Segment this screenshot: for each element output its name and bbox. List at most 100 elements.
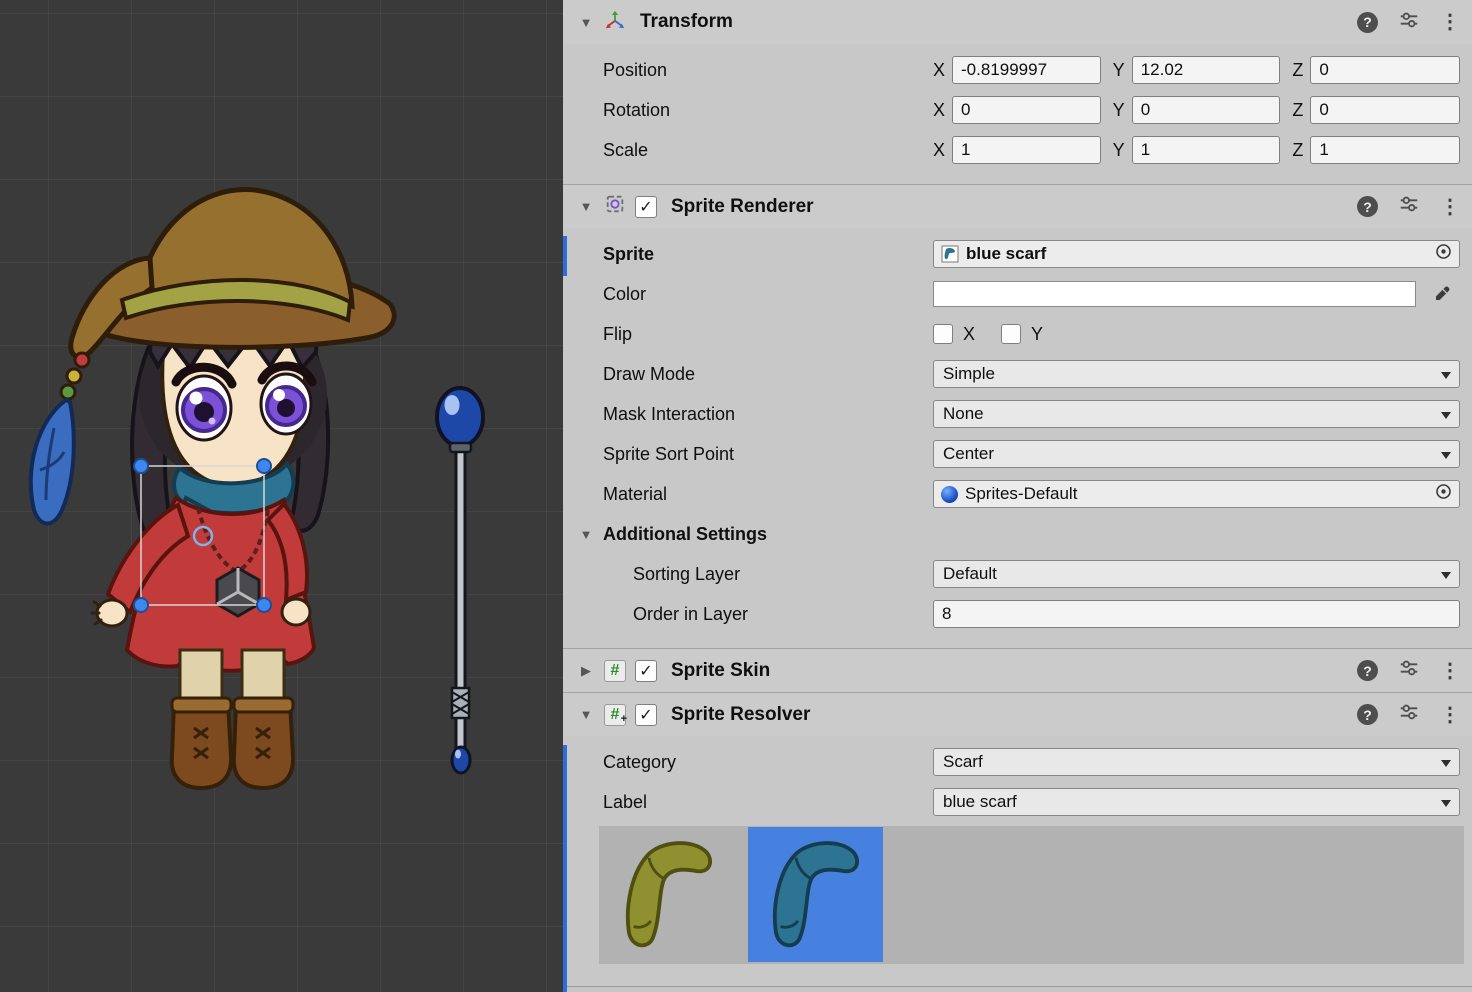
flip-x-checkbox[interactable] [933, 324, 953, 344]
presets-icon[interactable] [1398, 657, 1420, 684]
component-title: Transform [640, 11, 733, 33]
axis-y-label: Y [1113, 100, 1125, 121]
scale-z-input[interactable] [1310, 136, 1460, 164]
right-eye [261, 366, 312, 434]
sprite-resolver-icon: #+ [604, 704, 626, 726]
position-label: Position [603, 60, 933, 81]
label-label: Label [603, 792, 933, 813]
scale-row: Scale X Y Z [563, 130, 1472, 170]
more-menu-icon[interactable]: ⋮ [1440, 705, 1460, 725]
draw-mode-label: Draw Mode [603, 364, 933, 385]
character-sprite[interactable] [31, 189, 394, 788]
left-eye [176, 367, 232, 440]
help-icon[interactable]: ? [1357, 196, 1378, 217]
axis-y-label: Y [1113, 60, 1125, 81]
position-x-input[interactable] [952, 56, 1101, 84]
label-dropdown[interactable]: blue scarf [933, 788, 1460, 816]
additional-settings-foldout[interactable]: ▼ Additional Settings [563, 514, 1472, 554]
boots [172, 698, 293, 788]
flip-y-checkbox[interactable] [1001, 324, 1021, 344]
sprite-row: Sprite blue scarf [563, 234, 1472, 274]
sorting-layer-dropdown[interactable]: Default [933, 560, 1460, 588]
sprite-resolver-header[interactable]: ▼ #+ ✓ Sprite Resolver ? ⋮ [563, 692, 1472, 736]
scene-canvas [0, 0, 563, 992]
selection-handle [257, 459, 271, 473]
sprite-label: Sprite [603, 244, 933, 265]
unity-pendant [217, 568, 259, 616]
rotation-y-input[interactable] [1132, 96, 1281, 124]
color-label: Color [603, 284, 933, 305]
mask-interaction-dropdown[interactable]: None [933, 400, 1460, 428]
sprite-option-green-scarf[interactable] [601, 827, 736, 962]
prefab-override-bar [563, 236, 567, 276]
more-menu-icon[interactable]: ⋮ [1440, 197, 1460, 217]
foldout-open-icon[interactable]: ▼ [577, 707, 595, 722]
sprite-sort-point-row: Sprite Sort Point Center [563, 434, 1472, 474]
label-value: blue scarf [943, 792, 1017, 812]
more-menu-icon[interactable]: ⋮ [1440, 12, 1460, 32]
order-in-layer-label: Order in Layer [603, 604, 933, 625]
color-swatch[interactable] [933, 281, 1416, 307]
flip-x-label: X [963, 324, 975, 345]
inspector-panel: ▼ Transform ? ⋮ Position X [563, 0, 1472, 992]
rotation-x-input[interactable] [952, 96, 1101, 124]
inspector-footer [563, 986, 1472, 992]
sprite-object-field[interactable]: blue scarf [933, 240, 1460, 268]
eyedropper-icon[interactable] [1424, 281, 1460, 307]
transform-header[interactable]: ▼ Transform ? ⋮ [563, 0, 1472, 44]
presets-icon[interactable] [1398, 701, 1420, 728]
sprite-skin-header[interactable]: ▶ # ✓ Sprite Skin ? ⋮ [563, 648, 1472, 692]
sorting-layer-label: Sorting Layer [603, 564, 933, 585]
material-row: Material Sprites-Default [563, 474, 1472, 514]
foldout-open-icon[interactable]: ▼ [577, 527, 595, 542]
axis-x-label: X [933, 100, 945, 121]
chevron-down-icon [1441, 760, 1451, 772]
flip-row: Flip X Y [563, 314, 1472, 354]
position-y-input[interactable] [1132, 56, 1281, 84]
foldout-closed-icon[interactable]: ▶ [577, 663, 595, 679]
more-menu-icon[interactable]: ⋮ [1440, 661, 1460, 681]
sprite-sort-point-label: Sprite Sort Point [603, 444, 933, 465]
order-in-layer-row: Order in Layer [563, 594, 1472, 634]
object-picker-icon[interactable] [1435, 243, 1452, 265]
scale-x-input[interactable] [952, 136, 1101, 164]
rotation-z-input[interactable] [1310, 96, 1460, 124]
scene-view[interactable] [0, 0, 563, 992]
scale-y-input[interactable] [1132, 136, 1281, 164]
sorting-layer-value: Default [943, 564, 997, 584]
position-z-input[interactable] [1310, 56, 1460, 84]
transform-icon [604, 9, 626, 36]
object-picker-icon[interactable] [1435, 483, 1452, 505]
component-enabled-checkbox[interactable]: ✓ [635, 660, 657, 682]
axis-x-label: X [933, 140, 945, 161]
mask-interaction-row: Mask Interaction None [563, 394, 1472, 434]
help-icon[interactable]: ? [1357, 704, 1378, 725]
material-object-field[interactable]: Sprites-Default [933, 480, 1460, 508]
category-dropdown[interactable]: Scarf [933, 748, 1460, 776]
sorting-layer-row: Sorting Layer Default [563, 554, 1472, 594]
presets-icon[interactable] [1398, 9, 1420, 36]
sprite-sort-point-value: Center [943, 444, 994, 464]
sprite-field-value: blue scarf [966, 244, 1046, 264]
left-hand [92, 600, 127, 626]
rotation-label: Rotation [603, 100, 933, 121]
sprite-option-blue-scarf[interactable] [748, 827, 883, 962]
draw-mode-row: Draw Mode Simple [563, 354, 1472, 394]
chevron-down-icon [1441, 572, 1451, 584]
axis-z-label: Z [1292, 100, 1303, 121]
sprite-sort-point-dropdown[interactable]: Center [933, 440, 1460, 468]
help-icon[interactable]: ? [1357, 12, 1378, 33]
color-row: Color [563, 274, 1472, 314]
draw-mode-dropdown[interactable]: Simple [933, 360, 1460, 388]
material-field-value: Sprites-Default [965, 484, 1077, 504]
help-icon[interactable]: ? [1357, 660, 1378, 681]
component-enabled-checkbox[interactable]: ✓ [635, 704, 657, 726]
staff-sprite[interactable] [437, 388, 483, 773]
presets-icon[interactable] [1398, 193, 1420, 220]
foldout-open-icon[interactable]: ▼ [577, 199, 595, 214]
foldout-open-icon[interactable]: ▼ [577, 15, 595, 30]
order-in-layer-input[interactable] [933, 600, 1460, 628]
component-title: Sprite Renderer [671, 196, 814, 218]
component-enabled-checkbox[interactable]: ✓ [635, 196, 657, 218]
sprite-renderer-header[interactable]: ▼ ✓ Sprite Renderer ? ⋮ [563, 184, 1472, 228]
